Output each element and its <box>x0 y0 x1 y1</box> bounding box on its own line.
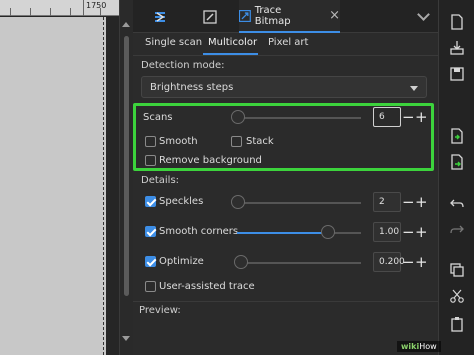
optimize-slider-track[interactable] <box>237 262 361 264</box>
smooth-label: Smooth <box>159 136 198 147</box>
speckles-decrement-button[interactable]: − <box>402 195 415 210</box>
scans-increment-button[interactable]: + <box>415 110 428 125</box>
smooth-corners-decrement-button[interactable]: − <box>402 225 415 240</box>
speckles-label: Speckles <box>159 196 204 207</box>
undo-icon[interactable] <box>449 196 465 212</box>
redo-icon[interactable] <box>449 222 465 238</box>
stack-checkbox[interactable] <box>231 136 242 147</box>
optimize-checkbox[interactable] <box>145 256 156 267</box>
smooth-corners-increment-button[interactable]: + <box>415 225 428 240</box>
user-assisted-trace-label: User-assisted trace <box>159 281 255 292</box>
detection-mode-label: Detection mode: <box>141 60 225 71</box>
smooth-corners-label: Smooth corners <box>159 226 239 237</box>
subtab-pixel-art[interactable]: Pixel art <box>268 37 308 48</box>
trace-bitmap-dialog: Trace Bitmap × Single scan Multicolor Pi… <box>133 0 438 355</box>
smooth-corners-input[interactable]: 1.00 <box>373 222 401 242</box>
smooth-corners-slider-knob[interactable] <box>321 225 335 239</box>
watermark-prefix: wiki <box>401 342 420 351</box>
smooth-checkbox[interactable] <box>145 136 156 147</box>
close-tab-icon[interactable]: × <box>329 8 340 23</box>
scrollbar-thumb[interactable] <box>124 36 129 296</box>
tab-edit[interactable] <box>193 0 227 33</box>
paste-icon[interactable] <box>449 316 465 332</box>
optimize-input[interactable]: 0.200 <box>373 252 405 272</box>
fill-stroke-icon <box>155 11 165 22</box>
subtab-single-scan[interactable]: Single scan <box>145 37 202 48</box>
mode-subtabs: Single scan Multicolor Pixel art <box>133 36 438 56</box>
edit-icon <box>203 9 217 24</box>
details-label: Details: <box>141 175 180 186</box>
ruler-label: 1750 <box>86 1 107 10</box>
optimize-decrement-button[interactable]: − <box>402 255 415 270</box>
scroll-down-arrow-icon[interactable] <box>122 336 130 341</box>
speckles-slider-track[interactable] <box>237 202 361 204</box>
remove-background-label: Remove background <box>159 155 262 166</box>
scans-slider-knob[interactable] <box>231 110 245 124</box>
import-icon[interactable] <box>449 40 465 56</box>
cut-icon[interactable] <box>449 288 465 304</box>
divider <box>133 301 438 302</box>
speckles-input[interactable]: 2 <box>373 192 401 212</box>
commands-toolbar <box>438 0 474 355</box>
optimize-label: Optimize <box>159 256 204 267</box>
copy-icon[interactable] <box>449 262 465 278</box>
subtab-multicolor[interactable]: Multicolor <box>208 37 257 48</box>
page-border <box>103 17 104 355</box>
smooth-corners-checkbox[interactable] <box>145 226 156 237</box>
dialog-tab-bar: Trace Bitmap × <box>133 0 438 33</box>
export-icon[interactable] <box>449 128 465 144</box>
detection-mode-dropdown[interactable]: Brightness steps <box>141 76 427 98</box>
dropdown-caret-icon <box>410 86 418 91</box>
watermark-suffix: How <box>419 342 437 351</box>
scans-decrement-button[interactable]: − <box>402 110 415 125</box>
divider <box>133 55 438 56</box>
speckles-checkbox[interactable] <box>145 196 156 207</box>
tab-fill-stroke[interactable] <box>143 0 177 33</box>
preview-label: Preview: <box>139 305 181 316</box>
drawing-canvas[interactable] <box>0 17 106 355</box>
trace-bitmap-icon <box>239 9 251 22</box>
stack-label: Stack <box>246 136 274 147</box>
new-document-icon[interactable] <box>449 14 465 30</box>
remove-background-checkbox[interactable] <box>145 155 156 166</box>
user-assisted-trace-checkbox[interactable] <box>145 281 156 292</box>
chevron-down-icon[interactable] <box>417 8 430 21</box>
tab-trace-bitmap[interactable]: Trace Bitmap × <box>239 0 340 33</box>
speckles-slider-knob[interactable] <box>231 195 245 209</box>
scans-input[interactable]: 6 <box>373 107 401 127</box>
canvas-area: 1750 <box>0 0 120 355</box>
watermark: wikiHow <box>397 341 441 352</box>
tab-trace-bitmap-label: Trace Bitmap <box>254 4 291 27</box>
optimize-slider-knob[interactable] <box>234 255 248 269</box>
vertical-scrollbar[interactable] <box>119 0 133 355</box>
scroll-up-arrow-icon[interactable] <box>122 22 130 27</box>
smooth-corners-slider-fill <box>237 232 325 234</box>
speckles-increment-button[interactable]: + <box>415 195 428 210</box>
save-icon[interactable] <box>449 66 465 82</box>
scans-label: Scans <box>143 112 173 123</box>
horizontal-ruler: 1750 <box>0 0 120 16</box>
export-bitmap-icon[interactable] <box>449 154 465 170</box>
optimize-increment-button[interactable]: + <box>415 255 428 270</box>
detection-mode-value: Brightness steps <box>150 82 234 93</box>
scans-slider-track[interactable] <box>233 117 361 119</box>
